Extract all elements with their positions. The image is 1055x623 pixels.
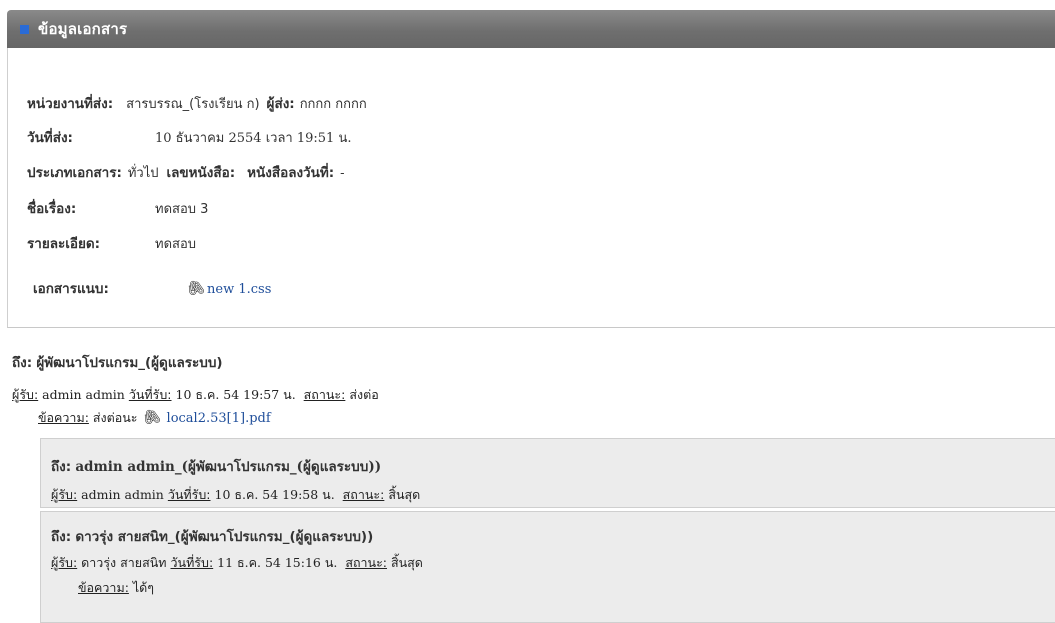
forward-receiver-label: ผู้รับ:: [51, 487, 78, 502]
forward-to-label: ถึง:: [51, 529, 72, 545]
paperclip-icon: 🖇︎: [138, 405, 164, 429]
forward-recv-date-value: 10 ธ.ค. 54 19:58 น.: [214, 487, 335, 502]
forward-receiver-value: ดาวรุ่ง สายสนิท: [81, 555, 167, 570]
forward-message-label: ข้อความ:: [78, 580, 129, 595]
forward-status-label: สถานะ:: [345, 555, 388, 570]
section-title: ข้อมูลเอกสาร: [38, 20, 128, 38]
sender-unit-label: หน่วยงานที่ส่ง:: [27, 96, 114, 112]
forward-recv-date-value: 11 ธ.ค. 54 15:16 น.: [217, 555, 338, 570]
status-label: สถานะ:: [303, 387, 346, 402]
recipient-message-row: ข้อความ: ส่งต่อนะ 🖇︎ local2.53[1].pdf: [38, 405, 271, 429]
send-date-value: 10 ธันวาคม 2554 เวลา 19:51 น.: [155, 131, 352, 146]
recipient-meta-row: ผู้รับ: admin admin วันที่รับ: 10 ธ.ค. 5…: [12, 385, 379, 405]
doc-type-label: ประเภทเอกสาร:: [27, 165, 122, 181]
doc-type-row: ประเภทเอกสาร: ทั่วไป เลขหนังสือ: หนังสือ…: [27, 161, 345, 183]
doc-type-value: ทั่วไป: [127, 166, 159, 181]
forward-message-row: ข้อความ: ได้ๆ: [78, 578, 154, 598]
sender-unit-value: สารบรรณ_(โรงเรียน ก): [126, 97, 260, 112]
attachment-row: เอกสารแนบ: 🖇︎ new 1.css: [33, 276, 271, 300]
attachment-label: เอกสารแนบ:: [33, 281, 109, 297]
forward-box: ถึง: ดาวรุ่ง สายสนิท_(ผู้พัฒนาโปรแกรม_(ผ…: [40, 511, 1055, 623]
forward-status-label: สถานะ:: [342, 487, 385, 502]
forward-status-value: สิ้นสุด: [388, 487, 421, 502]
forward-receiver-label: ผู้รับ:: [51, 555, 78, 570]
forward-meta-row: ผู้รับ: ดาวรุ่ง สายสนิท วันที่รับ: 11 ธ.…: [51, 553, 423, 573]
section-header: ข้อมูลเอกสาร: [7, 10, 1055, 48]
forward-message-value: ได้ๆ: [132, 580, 155, 595]
forward-meta-row: ผู้รับ: admin admin วันที่รับ: 10 ธ.ค. 5…: [51, 485, 420, 505]
forward-recv-date-label: วันที่รับ:: [167, 487, 211, 502]
forward-to-value: admin admin_(ผู้พัฒนาโปรแกรม_(ผู้ดูแลระบ…: [75, 459, 382, 475]
attachment-link[interactable]: new 1.css: [207, 282, 271, 297]
forward-to-row: ถึง: ดาวรุ่ง สายสนิท_(ผู้พัฒนาโปรแกรม_(ผ…: [51, 525, 373, 547]
subject-value: ทดสอบ 3: [155, 202, 209, 217]
header-bullet-icon: [20, 24, 29, 34]
send-date-label: วันที่ส่ง:: [27, 130, 73, 146]
detail-row: รายละเอียด: ทดสอบ: [27, 232, 196, 254]
message-label: ข้อความ:: [38, 410, 89, 425]
recv-date-value: 10 ธ.ค. 54 19:57 น.: [175, 387, 296, 402]
sender-label: ผู้ส่ง:: [266, 96, 295, 112]
document-page: ข้อมูลเอกสาร หน่วยงานที่ส่ง: สารบรรณ_(โร…: [7, 0, 1055, 623]
forward-to-label: ถึง:: [51, 459, 72, 475]
receiver-value: admin admin: [42, 387, 125, 402]
subject-label: ชื่อเรื่อง:: [27, 201, 77, 217]
forward-to-row: ถึง: admin admin_(ผู้พัฒนาโปรแกรม_(ผู้ดู…: [51, 455, 381, 477]
subject-row: ชื่อเรื่อง: ทดสอบ 3: [27, 197, 208, 219]
forward-status-value: สิ้นสุด: [391, 555, 423, 570]
detail-value: ทดสอบ: [155, 237, 197, 252]
recv-date-label: วันที่รับ:: [128, 387, 172, 402]
recipient-to-label: ถึง:: [12, 355, 33, 371]
document-info-panel: หน่วยงานที่ส่ง: สารบรรณ_(โรงเรียน ก) ผู้…: [7, 48, 1055, 328]
forward-recv-date-label: วันที่รับ:: [170, 555, 214, 570]
message-attachment-link[interactable]: local2.53[1].pdf: [167, 411, 271, 426]
recipient-to-value: ผู้พัฒนาโปรแกรม_(ผู้ดูแลระบบ): [36, 355, 223, 371]
book-number-label: เลขหนังสือ:: [166, 165, 236, 181]
send-date-row: วันที่ส่ง: 10 ธันวาคม 2554 เวลา 19:51 น.: [27, 126, 351, 148]
forward-receiver-value: admin admin: [81, 487, 164, 502]
status-value: ส่งต่อ: [349, 387, 379, 402]
recipient-to-row: ถึง: ผู้พัฒนาโปรแกรม_(ผู้ดูแลระบบ): [12, 351, 223, 373]
book-date-label: หนังสือลงวันที่:: [247, 165, 335, 181]
message-value: ส่งต่อนะ: [92, 410, 138, 425]
sender-unit-row: หน่วยงานที่ส่ง: สารบรรณ_(โรงเรียน ก) ผู้…: [27, 92, 367, 114]
forward-to-value: ดาวรุ่ง สายสนิท_(ผู้พัฒนาโปรแกรม_(ผู้ดูแ…: [75, 529, 374, 545]
detail-label: รายละเอียด:: [27, 236, 101, 252]
receiver-label: ผู้รับ:: [12, 387, 39, 402]
forward-box: ถึง: admin admin_(ผู้พัฒนาโปรแกรม_(ผู้ดู…: [40, 438, 1055, 508]
sender-value: กกกก กกกก: [299, 97, 367, 112]
paperclip-icon: 🖇︎: [183, 276, 208, 300]
book-date-value: -: [340, 166, 345, 181]
